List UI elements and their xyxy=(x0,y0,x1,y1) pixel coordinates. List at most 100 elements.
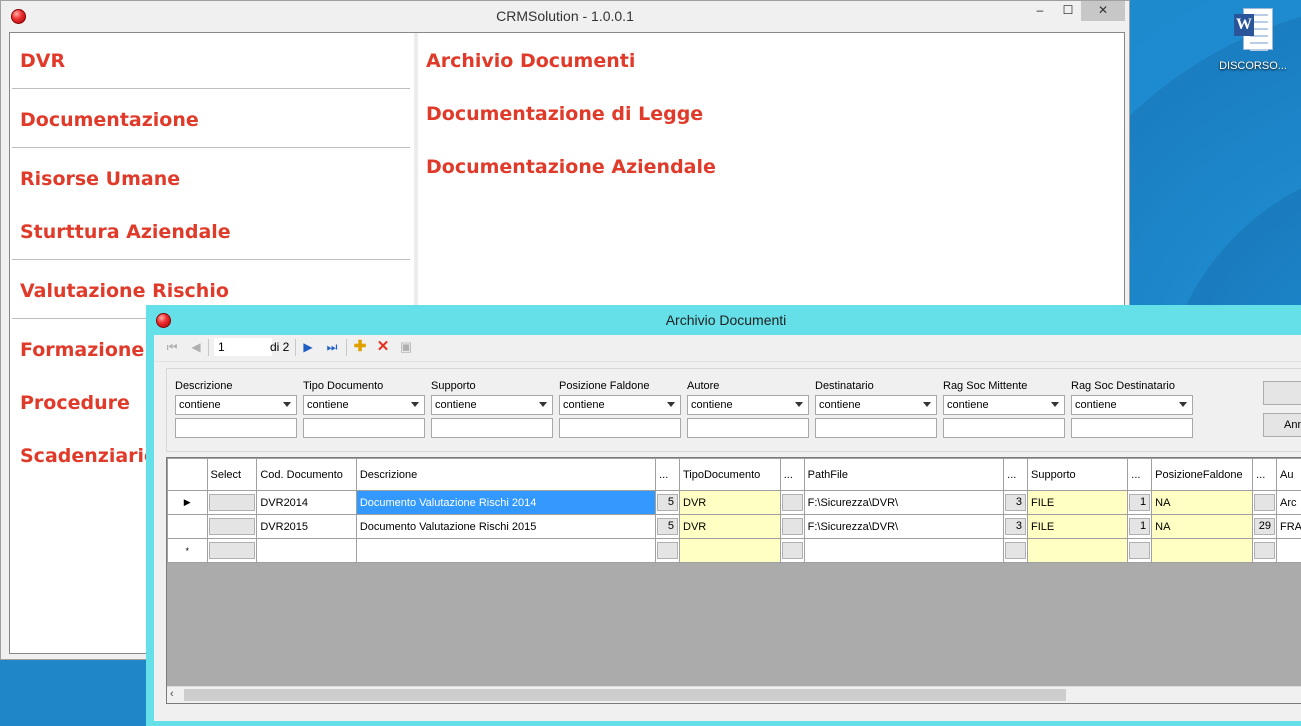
supporto-cell[interactable] xyxy=(1027,538,1129,563)
path-lookup-cell[interactable] xyxy=(779,538,805,563)
horizontal-scrollbar[interactable]: ‹ xyxy=(167,686,1301,703)
menu-item-documentazione[interactable]: Documentazione xyxy=(20,109,199,131)
posizione-faldone-cell[interactable]: NA xyxy=(1151,514,1254,539)
posizione-lookup-cell[interactable] xyxy=(1127,538,1153,563)
path-lookup-button[interactable] xyxy=(781,542,803,559)
cod-documento-cell[interactable]: DVR2014 xyxy=(256,490,357,515)
move-next-icon[interactable]: ▶ xyxy=(300,339,316,355)
filter-value-input[interactable] xyxy=(815,418,937,438)
path-lookup-cell[interactable] xyxy=(779,514,805,539)
cancel-button[interactable]: Ann xyxy=(1263,413,1301,437)
filter-value-input[interactable] xyxy=(559,418,681,438)
menu-item-formazione[interactable]: Formazione xyxy=(20,339,144,361)
posizione-lookup-button[interactable] xyxy=(1129,542,1151,559)
tipo-documento-cell[interactable]: DVR xyxy=(679,490,781,515)
maximize-button[interactable]: ☐ xyxy=(1053,1,1083,21)
tipo-lookup-button[interactable]: 5 xyxy=(657,494,678,511)
posizione-lookup-button[interactable]: 1 xyxy=(1129,494,1151,511)
autore-lookup-button[interactable] xyxy=(1254,494,1276,511)
column-header-select[interactable]: Select xyxy=(206,458,258,491)
delete-icon[interactable]: ✕ xyxy=(375,339,391,355)
search-button[interactable] xyxy=(1263,381,1301,405)
desktop-shortcut[interactable]: W DISCORSO... xyxy=(1212,6,1294,72)
filter-value-input[interactable] xyxy=(687,418,809,438)
supporto-lookup-cell[interactable] xyxy=(1003,538,1029,563)
app-orb-icon[interactable] xyxy=(11,9,26,24)
filter-value-input[interactable] xyxy=(175,418,297,438)
column-header-descrizione[interactable]: Descrizione xyxy=(355,458,657,491)
row-header[interactable]: ▶ xyxy=(167,490,208,515)
filter-operator-select[interactable]: contiene xyxy=(559,395,681,415)
select-cell[interactable] xyxy=(206,538,258,563)
row-header[interactable]: * xyxy=(167,538,208,563)
column-header-cod-documento[interactable]: Cod. Documento xyxy=(256,458,357,491)
minimize-button[interactable]: ‒ xyxy=(1025,1,1055,21)
supporto-lookup-button[interactable]: 3 xyxy=(1005,518,1027,535)
descrizione-cell[interactable] xyxy=(355,538,657,563)
tipo-lookup-cell[interactable] xyxy=(655,538,680,563)
column-header-tipo-documento[interactable]: TipoDocumento xyxy=(679,458,781,491)
row-header[interactable] xyxy=(167,514,208,539)
filter-value-input[interactable] xyxy=(943,418,1065,438)
close-button[interactable]: ✕ xyxy=(1081,1,1125,21)
main-titlebar[interactable]: CRMSolution - 1.0.0.1 ‒ ☐ ✕ xyxy=(1,1,1129,32)
table-row[interactable]: ▶ DVR2014 Documento Valutazione Rischi 2… xyxy=(167,490,1301,515)
posizione-lookup-button[interactable]: 1 xyxy=(1129,518,1151,535)
cod-documento-cell[interactable]: DVR2015 xyxy=(256,514,357,539)
column-header-lookup[interactable]: ... xyxy=(655,458,680,491)
new-row[interactable]: * xyxy=(167,538,1301,563)
filter-operator-select[interactable]: contiene xyxy=(1071,395,1193,415)
select-cell[interactable] xyxy=(206,514,258,539)
select-button[interactable] xyxy=(208,518,256,535)
supporto-lookup-button[interactable]: 3 xyxy=(1005,494,1027,511)
filter-operator-select[interactable]: contiene xyxy=(303,395,425,415)
menu-item-scadenziario[interactable]: Scadenziario xyxy=(20,445,157,467)
posizione-faldone-cell[interactable]: NA xyxy=(1151,490,1254,515)
supporto-cell[interactable]: FILE xyxy=(1027,490,1129,515)
link-documentazione-aziendale[interactable]: Documentazione Aziendale xyxy=(426,156,716,178)
column-header-supporto[interactable]: Supporto xyxy=(1027,458,1129,491)
table-row[interactable]: DVR2015 Documento Valutazione Rischi 201… xyxy=(167,514,1301,539)
row-header-corner[interactable] xyxy=(167,458,208,491)
autore-cell[interactable] xyxy=(1276,538,1301,563)
tipo-lookup-cell[interactable]: 5 xyxy=(655,490,680,515)
select-button[interactable] xyxy=(208,542,256,559)
tipo-documento-cell[interactable] xyxy=(679,538,781,563)
select-cell[interactable] xyxy=(206,490,258,515)
filter-operator-select[interactable]: contiene xyxy=(431,395,553,415)
save-icon[interactable]: ▣ xyxy=(398,339,414,355)
path-lookup-button[interactable] xyxy=(781,494,803,511)
supporto-lookup-button[interactable] xyxy=(1005,542,1027,559)
tipo-lookup-button[interactable]: 5 xyxy=(657,518,678,535)
filter-value-input[interactable] xyxy=(1071,418,1193,438)
autore-lookup-button[interactable]: 29 xyxy=(1254,518,1276,535)
menu-item-procedure[interactable]: Procedure xyxy=(20,392,130,414)
tipo-documento-cell[interactable]: DVR xyxy=(679,514,781,539)
autore-cell[interactable]: FRA xyxy=(1276,514,1301,539)
link-archivio-documenti[interactable]: Archivio Documenti xyxy=(426,50,635,72)
filter-operator-select[interactable]: contiene xyxy=(815,395,937,415)
filter-value-input[interactable] xyxy=(303,418,425,438)
column-header-lookup[interactable]: ... xyxy=(779,458,805,491)
move-last-icon[interactable]: ⏭ xyxy=(324,339,340,355)
supporto-lookup-cell[interactable]: 3 xyxy=(1003,514,1029,539)
path-file-cell[interactable]: F:\Sicurezza\DVR\ xyxy=(803,490,1005,515)
column-header-autore[interactable]: Au xyxy=(1276,458,1301,491)
add-new-icon[interactable]: ✚ xyxy=(352,339,368,355)
supporto-cell[interactable]: FILE xyxy=(1027,514,1129,539)
path-lookup-button[interactable] xyxy=(781,518,803,535)
posizione-lookup-cell[interactable]: 1 xyxy=(1127,514,1153,539)
app-orb-icon[interactable] xyxy=(156,313,171,328)
link-documentazione-di-legge[interactable]: Documentazione di Legge xyxy=(426,103,703,125)
path-file-cell[interactable] xyxy=(803,538,1005,563)
autore-lookup-cell[interactable] xyxy=(1252,538,1278,563)
scroll-left-icon[interactable]: ‹ xyxy=(170,688,174,700)
move-previous-icon[interactable]: ◀ xyxy=(188,339,204,355)
menu-item-dvr[interactable]: DVR xyxy=(20,50,65,72)
select-button[interactable] xyxy=(208,494,256,511)
child-titlebar[interactable]: Archivio Documenti xyxy=(146,305,1301,335)
menu-item-valutazione-rischio[interactable]: Valutazione Rischio xyxy=(20,280,229,302)
filter-value-input[interactable] xyxy=(431,418,553,438)
position-input[interactable] xyxy=(214,338,272,356)
autore-lookup-cell[interactable]: 29 xyxy=(1252,514,1278,539)
